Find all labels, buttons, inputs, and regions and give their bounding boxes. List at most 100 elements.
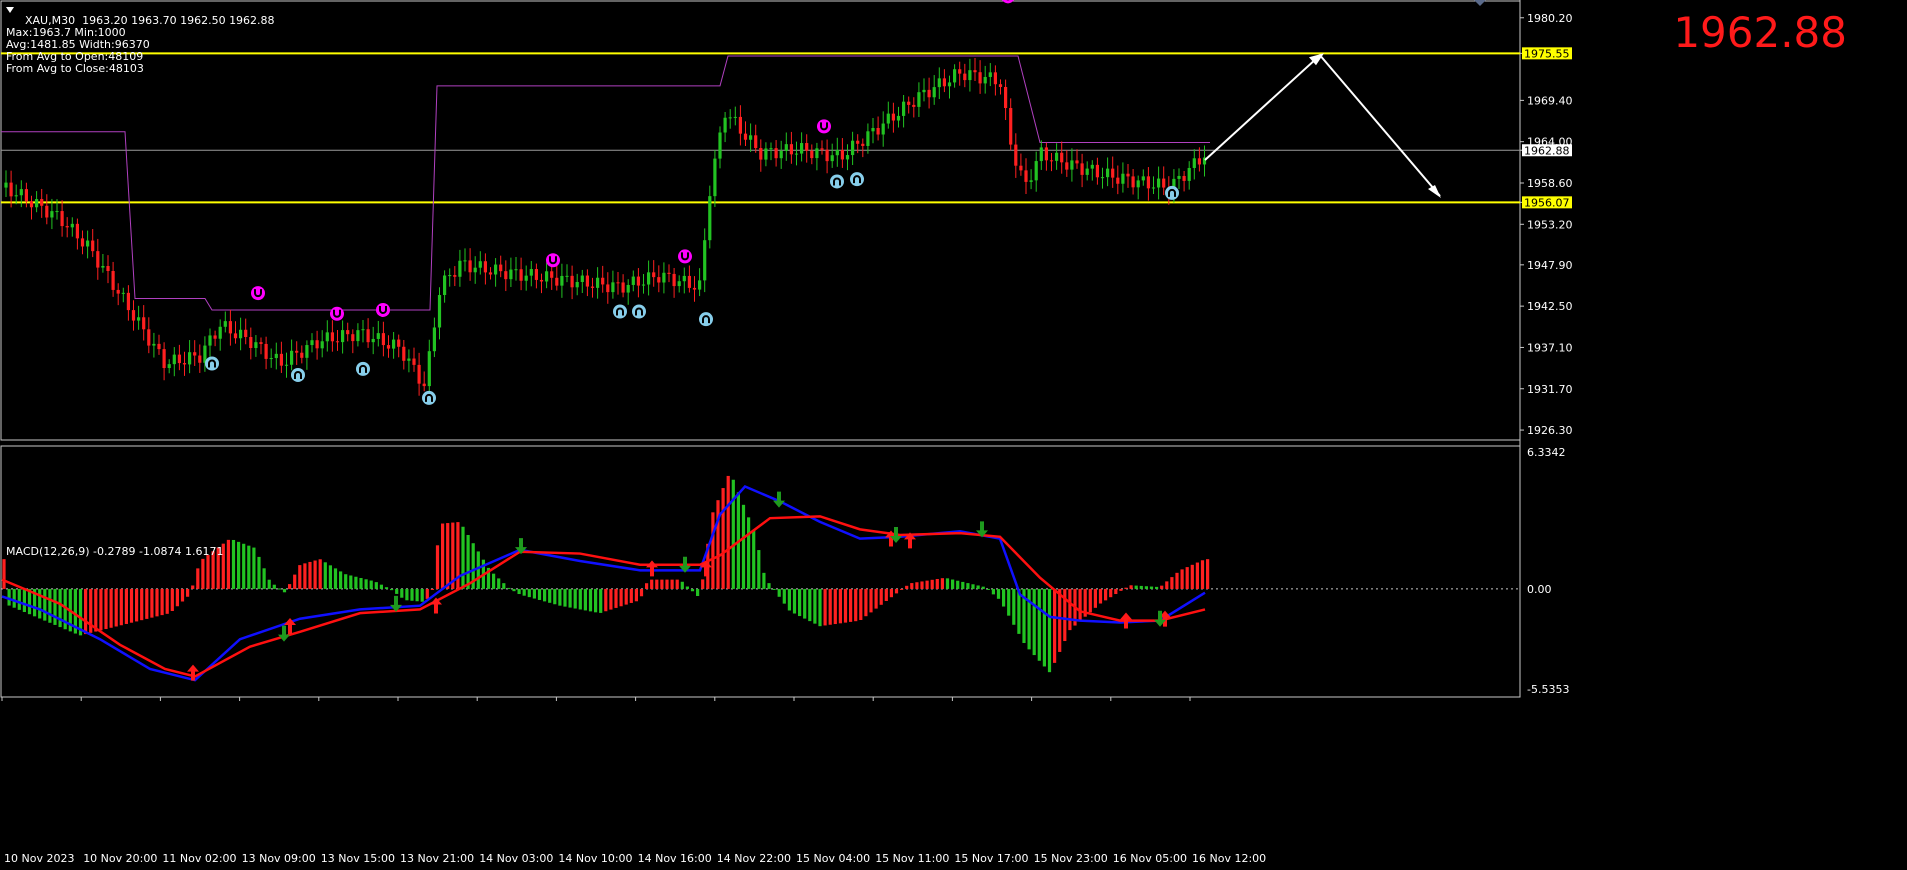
candle-body bbox=[1141, 176, 1145, 181]
macd-histogram-bar bbox=[869, 588, 873, 613]
forecast-arrow-path[interactable] bbox=[1204, 53, 1441, 197]
candle-body bbox=[845, 155, 850, 160]
up-fractal-icon bbox=[850, 172, 864, 187]
candle-body bbox=[356, 330, 360, 342]
macd-histogram-bar bbox=[532, 588, 536, 599]
candle-body bbox=[514, 269, 518, 271]
macd-histogram-bar bbox=[1155, 586, 1159, 589]
macd-histogram-bar bbox=[374, 582, 378, 589]
candle-body bbox=[504, 271, 508, 280]
candle-body bbox=[534, 269, 538, 280]
candle-body bbox=[244, 329, 248, 338]
macd-histogram-bar bbox=[614, 588, 618, 608]
candle-body bbox=[167, 364, 171, 369]
candle-body bbox=[978, 72, 982, 84]
chart-shift-marker-icon[interactable] bbox=[1474, 0, 1486, 6]
candle-body bbox=[784, 144, 788, 152]
candle-body bbox=[499, 264, 503, 272]
price-axis-label: 1947.90 bbox=[1527, 259, 1573, 272]
time-axis-label: 16 Nov 12:00 bbox=[1192, 852, 1266, 865]
candle-body bbox=[692, 287, 697, 290]
macd-histogram-bar bbox=[813, 588, 817, 624]
time-axis-label: 15 Nov 17:00 bbox=[954, 852, 1028, 865]
macd-histogram-bar bbox=[150, 588, 154, 618]
time-axis-label: 10 Nov 20:00 bbox=[83, 852, 157, 865]
candle-body bbox=[713, 158, 717, 197]
candle-body bbox=[1024, 170, 1028, 182]
candle-body bbox=[468, 260, 472, 273]
candle-body bbox=[1034, 161, 1038, 181]
macd-histogram-bar bbox=[731, 479, 735, 589]
macd-histogram-bar bbox=[293, 574, 297, 589]
macd-histogram-bar bbox=[405, 588, 409, 601]
macd-histogram-bar bbox=[354, 576, 358, 589]
candle-body bbox=[1116, 177, 1120, 184]
price-axis-label: 1969.40 bbox=[1527, 94, 1573, 107]
macd-histogram-bar bbox=[685, 586, 689, 589]
candle-body bbox=[759, 148, 763, 160]
macd-histogram-bar bbox=[578, 588, 582, 610]
down-fractal-icon bbox=[376, 302, 390, 317]
candle-body bbox=[907, 101, 911, 105]
macd-histogram-bar bbox=[114, 588, 118, 627]
candle-body bbox=[687, 275, 691, 288]
candle-body bbox=[820, 148, 824, 150]
macd-histogram-bar bbox=[849, 588, 853, 622]
candle-body bbox=[86, 240, 90, 247]
candle-body bbox=[437, 295, 442, 328]
chart-canvas[interactable]: 1980.201975.551969.401964.001962.881958.… bbox=[0, 0, 1907, 870]
candle-body bbox=[208, 335, 212, 346]
macd-histogram-bar bbox=[104, 588, 108, 630]
candle-body bbox=[1157, 178, 1161, 188]
down-fractal-icon bbox=[330, 306, 344, 321]
macd-histogram-bar bbox=[1206, 559, 1210, 589]
down-fractal-icon bbox=[546, 253, 560, 268]
macd-histogram-bar bbox=[186, 588, 190, 597]
candle-body bbox=[239, 329, 243, 339]
macd-histogram-bar bbox=[119, 588, 123, 626]
macd-histogram-bar bbox=[339, 571, 343, 589]
candle-body bbox=[19, 189, 23, 196]
candle-body bbox=[162, 349, 166, 369]
down-fractal-icon bbox=[1002, 0, 1014, 4]
dropdown-triangle-icon[interactable] bbox=[6, 7, 14, 13]
candle-body bbox=[626, 284, 630, 293]
macd-histogram-bar bbox=[843, 588, 848, 623]
macd-histogram-bar bbox=[17, 588, 21, 610]
candle-body bbox=[545, 271, 549, 282]
macd-histogram-bar bbox=[650, 579, 654, 589]
candle-body bbox=[733, 116, 737, 118]
candle-body bbox=[570, 275, 574, 288]
candle-body bbox=[1182, 175, 1186, 181]
macd-histogram-bar bbox=[1042, 588, 1046, 667]
macd-histogram-bar bbox=[160, 588, 164, 616]
candle-body bbox=[764, 148, 768, 160]
candle-body bbox=[590, 286, 595, 288]
candle-body bbox=[682, 275, 686, 282]
macd-histogram-bar bbox=[1053, 588, 1057, 663]
candle-body bbox=[703, 240, 707, 281]
macd-histogram-bar bbox=[53, 588, 57, 625]
candle-body bbox=[749, 135, 753, 140]
price-axis-label: 1942.50 bbox=[1527, 300, 1573, 313]
candle-body bbox=[728, 117, 732, 119]
candle-body bbox=[1075, 160, 1079, 164]
macd-histogram-bar bbox=[548, 588, 552, 603]
macd-histogram-bar bbox=[441, 523, 445, 589]
macd-histogram-bar bbox=[1119, 588, 1123, 591]
macd-histogram-bar bbox=[288, 584, 292, 589]
macd-histogram-bar bbox=[1037, 588, 1041, 661]
candle-body bbox=[932, 87, 936, 98]
macd-histogram-bar bbox=[961, 581, 965, 589]
candle-body bbox=[896, 115, 901, 121]
macd-histogram-bar bbox=[991, 588, 995, 595]
candle-body bbox=[743, 133, 748, 140]
macd-histogram-bar bbox=[945, 578, 950, 589]
candle-body bbox=[616, 282, 620, 284]
macd-histogram-bar bbox=[492, 573, 496, 589]
candle-body bbox=[335, 341, 340, 343]
candle-body bbox=[509, 269, 513, 280]
candle-body bbox=[213, 335, 217, 339]
macd-histogram-bar bbox=[512, 588, 516, 592]
macd-histogram-bar bbox=[696, 588, 700, 597]
